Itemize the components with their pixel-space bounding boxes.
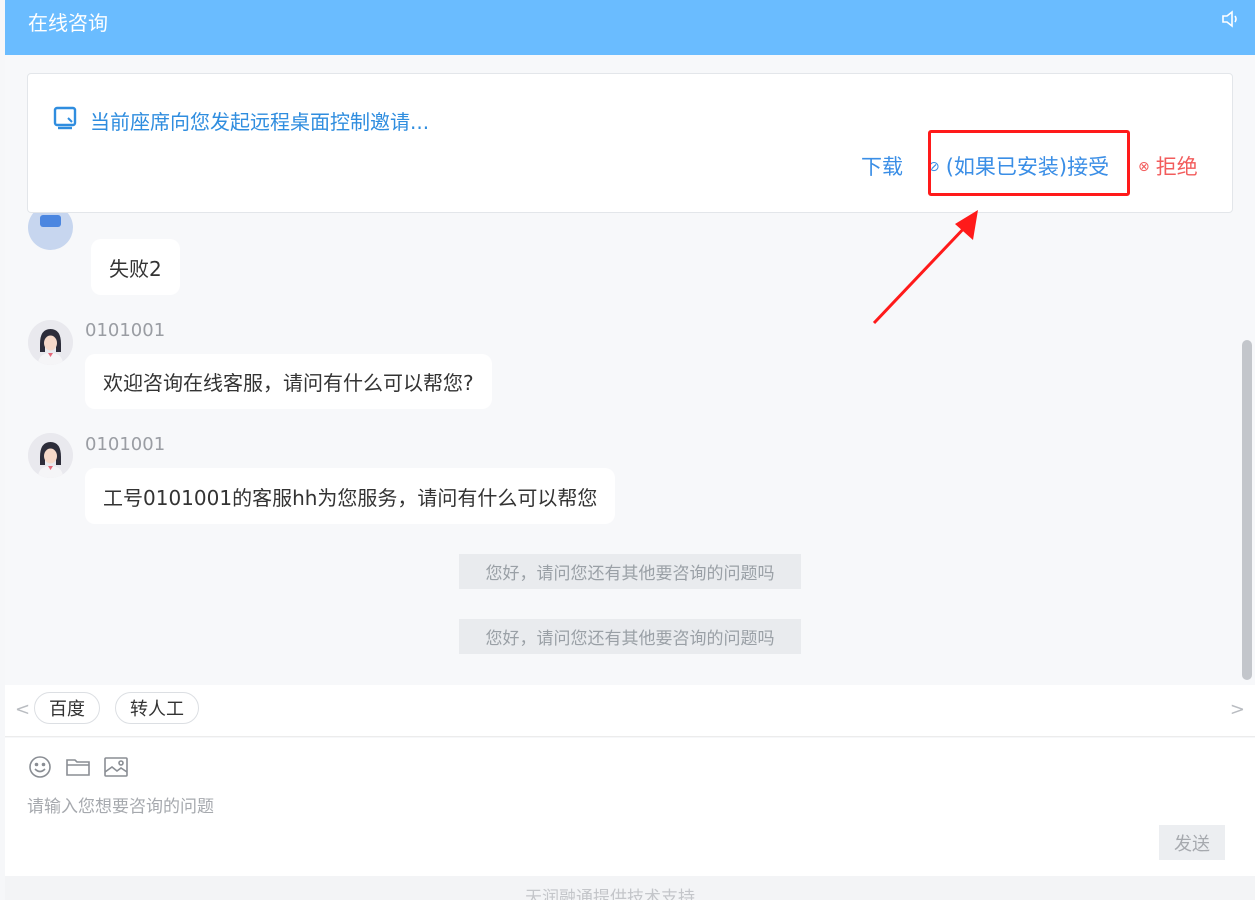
check-circle-icon: ⊘ xyxy=(928,159,940,175)
sender-name: 0101001 xyxy=(85,320,166,341)
next-arrow-icon[interactable]: > xyxy=(1230,699,1245,720)
system-message: 您好，请问您还有其他要咨询的问题吗 xyxy=(459,554,801,589)
reject-button[interactable]: ⊗ 拒绝 xyxy=(1138,151,1198,181)
accept-button[interactable]: ⊘ (如果已安装)接受 xyxy=(928,151,1109,181)
send-button[interactable]: 发送 xyxy=(1159,825,1225,860)
quick-reply-chip[interactable]: 转人工 xyxy=(115,692,199,724)
emoji-icon[interactable] xyxy=(27,754,53,780)
image-icon[interactable] xyxy=(103,754,129,780)
monitor-icon xyxy=(53,106,77,130)
scrollbar[interactable] xyxy=(1242,340,1252,680)
message-bubble: 工号0101001的客服hh为您服务，请问有什么可以帮您 xyxy=(85,468,616,524)
agent-avatar xyxy=(28,433,73,478)
reject-label: 拒绝 xyxy=(1155,155,1198,179)
x-circle-icon: ⊗ xyxy=(1138,159,1150,175)
speaker-icon[interactable] xyxy=(1221,10,1241,28)
accept-label: (如果已安装)接受 xyxy=(945,155,1110,179)
system-message: 您好，请问您还有其他要咨询的问题吗 xyxy=(459,619,801,654)
folder-icon[interactable] xyxy=(65,754,91,780)
sender-name: 0101001 xyxy=(85,434,166,455)
header: 在线咨询 xyxy=(5,0,1255,55)
message-input[interactable] xyxy=(27,793,1127,821)
chat-area: 失败2 0101001 欢迎咨询在线客服，请问有什么可以帮您? 0101001 … xyxy=(5,55,1255,685)
message-bubble: 失败2 xyxy=(91,239,180,295)
tech-support-text: 天润融通提供技术支持 xyxy=(525,888,695,900)
footer: 天润融通提供技术支持 xyxy=(5,876,1255,900)
message-text: 失败2 xyxy=(109,256,162,281)
message-bubble: 欢迎咨询在线客服，请问有什么可以帮您? xyxy=(85,354,492,409)
quick-reply-bar: < 百度 转人工 > xyxy=(5,685,1255,737)
agent-avatar xyxy=(28,320,73,365)
page-title: 在线咨询 xyxy=(28,11,108,35)
invite-message: 当前座席向您发起远程桌面控制邀请... xyxy=(90,110,430,134)
download-link[interactable]: 下载 xyxy=(861,151,903,181)
prev-arrow-icon[interactable]: < xyxy=(15,699,30,720)
message-text: 欢迎咨询在线客服，请问有什么可以帮您? xyxy=(103,371,474,395)
quick-reply-chip[interactable]: 百度 xyxy=(34,692,100,724)
remote-control-invite: 当前座席向您发起远程桌面控制邀请... 下载 ⊘ (如果已安装)接受 ⊗ 拒绝 xyxy=(27,73,1233,213)
input-area: 发送 xyxy=(5,738,1255,876)
message-text: 工号0101001的客服hh为您服务，请问有什么可以帮您 xyxy=(103,485,598,510)
